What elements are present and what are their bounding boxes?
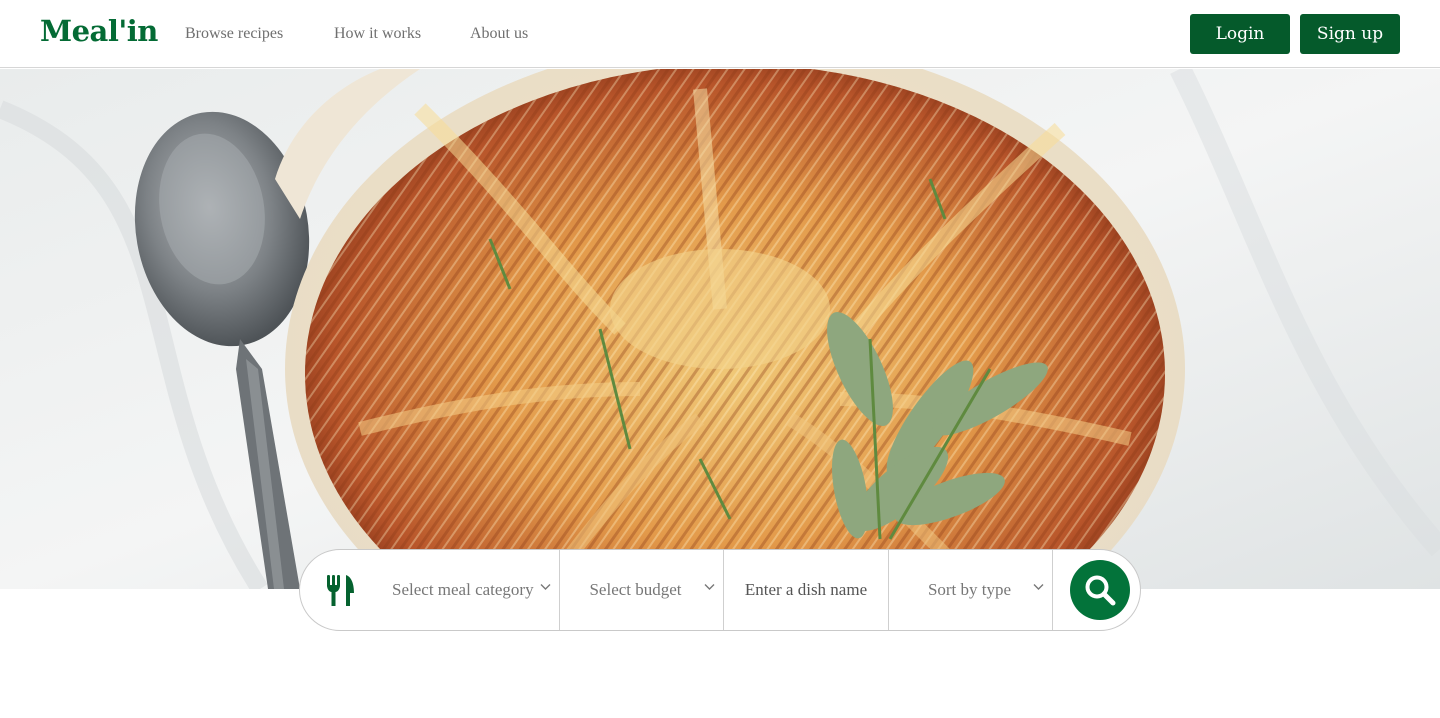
recipe-search-bar: Select meal category Select budget Sort … [299, 549, 1141, 631]
meal-category-select[interactable]: Select meal category [300, 550, 560, 630]
login-button[interactable]: Login [1190, 14, 1290, 54]
fork-knife-icon [327, 575, 354, 606]
chevron-down-icon [1033, 584, 1044, 590]
search-submit-button[interactable] [1070, 560, 1130, 620]
top-navigation-bar: Meal'in Browse recipes How it works Abou… [0, 0, 1440, 68]
sort-type-label: Sort by type [927, 580, 1012, 599]
sort-type-select[interactable]: Sort by type [889, 550, 1053, 630]
nav-browse-recipes[interactable]: Browse recipes [185, 25, 283, 43]
dish-name-field [724, 550, 889, 630]
nav-about-us[interactable]: About us [470, 25, 528, 43]
signup-button[interactable]: Sign up [1300, 14, 1400, 54]
meal-category-label: Select meal category [392, 580, 534, 599]
search-icon [1085, 575, 1116, 606]
chevron-down-icon [704, 584, 715, 590]
hero-image [0, 69, 1440, 589]
dish-name-input[interactable] [729, 579, 883, 601]
chevron-down-icon [540, 584, 551, 590]
nav-how-it-works[interactable]: How it works [334, 25, 421, 43]
brand-logo[interactable]: Meal'in [40, 14, 158, 48]
budget-select[interactable]: Select budget [560, 550, 724, 630]
budget-label: Select budget [589, 580, 682, 599]
